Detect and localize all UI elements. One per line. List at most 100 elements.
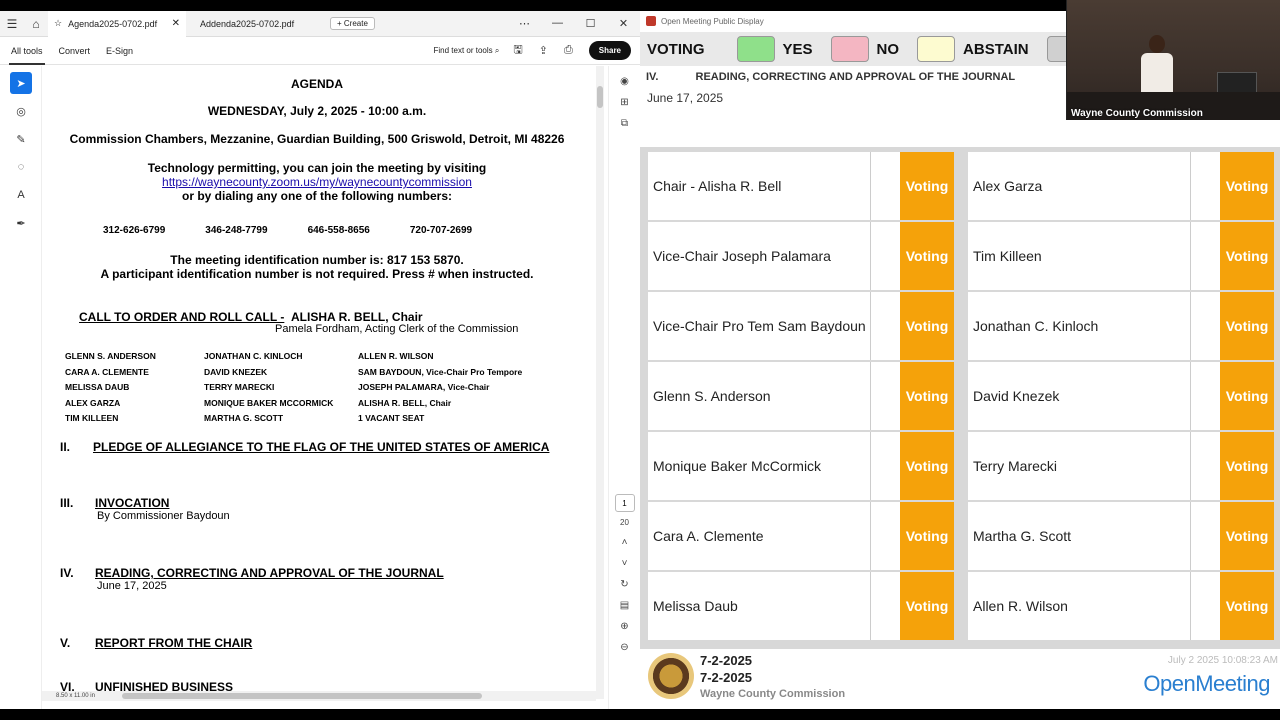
comment-icon[interactable]: ◎ xyxy=(10,100,32,122)
clerk-line: Pamela Fordham, Acting Clerk of the Comm… xyxy=(275,323,519,335)
star-icon[interactable]: ☆ xyxy=(54,18,62,29)
row-separator xyxy=(870,432,871,500)
vote-status-badge: Voting xyxy=(1220,292,1274,360)
member-name: Vice-Chair Joseph Palamara xyxy=(653,248,831,264)
vote-status-badge: Voting xyxy=(900,502,954,570)
vote-status-badge: Voting xyxy=(1220,502,1274,570)
member-row: Chair - Alisha R. Bell Voting xyxy=(648,152,954,220)
upload-icon[interactable]: ⇪ xyxy=(539,44,548,57)
section-5-number: V. xyxy=(60,636,71,650)
select-cursor-icon[interactable]: ➤ xyxy=(10,72,32,94)
row-separator xyxy=(870,222,871,290)
om-footer: 7-2-2025 7-2-2025 Wayne County Commissio… xyxy=(640,651,1280,709)
bookmark-icon[interactable]: ⊞ xyxy=(609,97,640,108)
close-tab-icon[interactable]: ✕ xyxy=(172,18,180,29)
section-3-number: III. xyxy=(60,496,74,510)
chevron-down-icon[interactable]: ˅ xyxy=(609,558,640,569)
vote-status-badge: Voting xyxy=(900,292,954,360)
member-row: Tim Killeen Voting xyxy=(968,222,1274,290)
section-6-number: VI. xyxy=(60,680,75,691)
more-icon[interactable]: ⋯ xyxy=(508,17,541,30)
row-separator xyxy=(1190,292,1191,360)
video-feed: Wayne County Commission xyxy=(1066,0,1280,120)
find-text-button[interactable]: Find text or tools ⌕ xyxy=(434,46,500,56)
row-separator xyxy=(870,572,871,640)
member-row: Vice-Chair Joseph Palamara Voting xyxy=(648,222,954,290)
vote-status-badge: Voting xyxy=(1220,152,1274,220)
section-3-sub: By Commissioner Baydoun xyxy=(97,510,230,522)
legend-voting: VOTING xyxy=(647,40,705,58)
zoom-out-icon[interactable]: ⊖ xyxy=(609,642,640,653)
member-name: David Knezek xyxy=(973,388,1060,404)
speaker-head xyxy=(1149,35,1165,53)
no-swatch xyxy=(830,36,869,62)
tab-agenda[interactable]: ☆ Agenda2025-0702.pdf ✕ xyxy=(48,11,186,37)
vertical-scrollbar[interactable] xyxy=(596,66,604,699)
zoom-link[interactable]: https://waynecounty.zoom.us/my/waynecoun… xyxy=(162,175,472,189)
scroll-thumb[interactable] xyxy=(597,86,603,108)
member-name: Tim Killeen xyxy=(973,248,1042,264)
monitor xyxy=(1217,72,1257,94)
all-tools-tab[interactable]: All tools xyxy=(9,46,45,65)
section-2-label: PLEDGE OF ALLEGIANCE TO THE FLAG OF THE … xyxy=(93,440,550,454)
save-icon[interactable]: 🖫 xyxy=(513,41,522,60)
document-icon[interactable]: ▤ xyxy=(609,600,640,611)
chevron-up-icon[interactable]: ˄ xyxy=(609,537,640,548)
refresh-icon[interactable]: ↻ xyxy=(609,579,640,590)
search-icon: ⌕ xyxy=(494,45,500,55)
hscroll-thumb[interactable] xyxy=(122,693,482,699)
dial-text: or by dialing any one of the following n… xyxy=(181,189,452,203)
app-icon xyxy=(646,16,656,26)
meeting-id: The meeting identification number is: 81… xyxy=(170,253,464,267)
pdf-tab-bar: ☰ ⌂ ☆ Agenda2025-0702.pdf ✕ Addenda2025-… xyxy=(0,11,640,37)
maximize-icon[interactable]: ☐ xyxy=(574,17,607,30)
footer-date-2: 7-2-2025 xyxy=(700,670,753,685)
footer-date-1: 7-2-2025 xyxy=(700,653,753,668)
horizontal-scrollbar[interactable] xyxy=(42,691,596,701)
call-to-order-label: CALL TO ORDER AND ROLL CALL - xyxy=(79,310,285,324)
section-6-heading: UNFINISHED BUSINESS xyxy=(95,680,234,691)
pen-icon[interactable]: ✎ xyxy=(10,128,32,150)
pdf-viewer-window: ☰ ⌂ ☆ Agenda2025-0702.pdf ✕ Addenda2025-… xyxy=(0,11,640,709)
row-separator xyxy=(870,502,871,570)
item-date: June 17, 2025 xyxy=(647,91,724,105)
speaker-figure xyxy=(1139,35,1175,95)
ai-assistant-icon[interactable]: ◉ xyxy=(609,76,640,87)
menu-icon[interactable]: ☰ xyxy=(0,17,24,31)
roster-name: ALISHA R. BELL, Chair xyxy=(358,397,452,408)
lasso-icon[interactable]: ◌ xyxy=(10,156,32,178)
create-button[interactable]: + Create xyxy=(330,17,375,30)
share-button[interactable]: Share xyxy=(588,41,631,60)
close-window-icon[interactable]: ✕ xyxy=(607,17,640,30)
section-4-heading: READING, CORRECTING AND APPROVAL OF THE … xyxy=(95,566,444,580)
sign-icon[interactable]: ✒ xyxy=(10,212,32,234)
esign-tab[interactable]: E-Sign xyxy=(106,46,133,56)
row-separator xyxy=(1190,572,1191,640)
convert-tab[interactable]: Convert xyxy=(59,46,91,56)
row-separator xyxy=(1190,502,1191,570)
member-row: Monique Baker McCormick Voting xyxy=(648,432,954,500)
member-name: Melissa Daub xyxy=(653,598,738,614)
print-icon[interactable]: ⎙ xyxy=(564,44,573,57)
speaker-body xyxy=(1141,53,1173,95)
vote-status-badge: Voting xyxy=(1220,432,1274,500)
tab-addenda[interactable]: Addenda2025-0702.pdf xyxy=(186,11,322,37)
home-icon[interactable]: ⌂ xyxy=(24,17,48,31)
row-separator xyxy=(870,362,871,430)
agenda-location: Commission Chambers, Mezzanine, Guardian… xyxy=(69,132,565,146)
vote-status-badge: Voting xyxy=(1220,362,1274,430)
minimize-icon[interactable]: — xyxy=(541,17,574,30)
zoom-in-icon[interactable]: ⊕ xyxy=(609,621,640,632)
create-label: Create xyxy=(343,19,368,28)
roster-name: JONATHAN C. KINLOCH xyxy=(204,351,303,361)
text-box-icon[interactable]: A xyxy=(10,184,32,206)
roster-name: ALEX GARZA xyxy=(65,397,121,408)
pages-icon[interactable]: ⧉ xyxy=(609,118,640,129)
section-3-heading: INVOCATION xyxy=(95,496,169,510)
member-row: Jonathan C. Kinloch Voting xyxy=(968,292,1274,360)
page-number-input[interactable]: 1 xyxy=(614,494,635,512)
member-name: Chair - Alisha R. Bell xyxy=(653,178,782,194)
legend-yes: YES xyxy=(782,40,813,58)
roster-name: SAM BAYDOUN, Vice-Chair Pro Tempore xyxy=(358,366,523,377)
member-row: Terry Marecki Voting xyxy=(968,432,1274,500)
